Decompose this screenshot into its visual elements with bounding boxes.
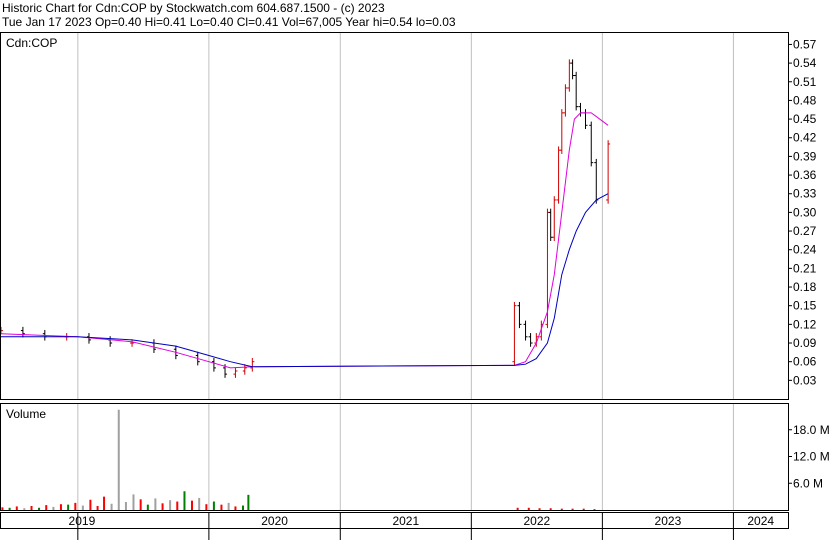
price-tick-label: 0.12 <box>793 317 817 331</box>
ma-short-line <box>0 112 609 369</box>
volume-title: Volume <box>6 407 46 421</box>
price-panel-border <box>0 32 789 400</box>
historic-chart: 0.57 0.54 0.51 0.48 0.45 0.42 0.39 0.36 0.33 0.30… <box>0 32 830 540</box>
price-bars <box>0 59 611 378</box>
year-label: 2024 <box>747 514 774 528</box>
price-tick-label: 0.45 <box>793 112 817 126</box>
symbol-label: Cdn:COP <box>6 36 57 50</box>
year-label: 2021 <box>392 514 419 528</box>
price-tick-label: 0.57 <box>793 37 817 51</box>
price-tick-label: 0.48 <box>793 93 817 107</box>
moving-averages <box>0 112 609 369</box>
price-tick-label: 0.21 <box>793 261 817 275</box>
price-tick-label: 0.27 <box>793 224 817 238</box>
price-tick-label: 0.24 <box>793 243 817 257</box>
axis-labels: 0.57 0.54 0.51 0.48 0.45 0.42 0.39 0.36 0.33 0.30… <box>6 36 830 528</box>
price-tick-label: 0.42 <box>793 131 817 145</box>
year-label: 2020 <box>261 514 288 528</box>
year-label: 2022 <box>524 514 551 528</box>
price-tick-label: 0.51 <box>793 75 817 89</box>
price-tick-label: 0.15 <box>793 299 817 313</box>
price-tick-label: 0.03 <box>793 373 817 387</box>
price-tick-label: 0.33 <box>793 187 817 201</box>
price-tick-label: 0.30 <box>793 205 817 219</box>
ma-long-line <box>1 193 609 368</box>
year-label: 2023 <box>655 514 682 528</box>
price-tick-label: 0.39 <box>793 149 817 163</box>
volume-tick-label: 18.0 M <box>793 423 830 437</box>
volume-bars <box>1 409 596 510</box>
price-tick-label: 0.18 <box>793 280 817 294</box>
volume-tick-label: 12.0 M <box>793 450 830 464</box>
grid <box>77 32 734 510</box>
price-tick-label: 0.09 <box>793 336 817 350</box>
price-tick-label: 0.06 <box>793 355 817 369</box>
year-label: 2019 <box>69 514 96 528</box>
volume-tick-label: 6.0 M <box>793 476 823 490</box>
price-tick-label: 0.36 <box>793 168 817 182</box>
price-tick-label: 0.54 <box>793 56 817 70</box>
